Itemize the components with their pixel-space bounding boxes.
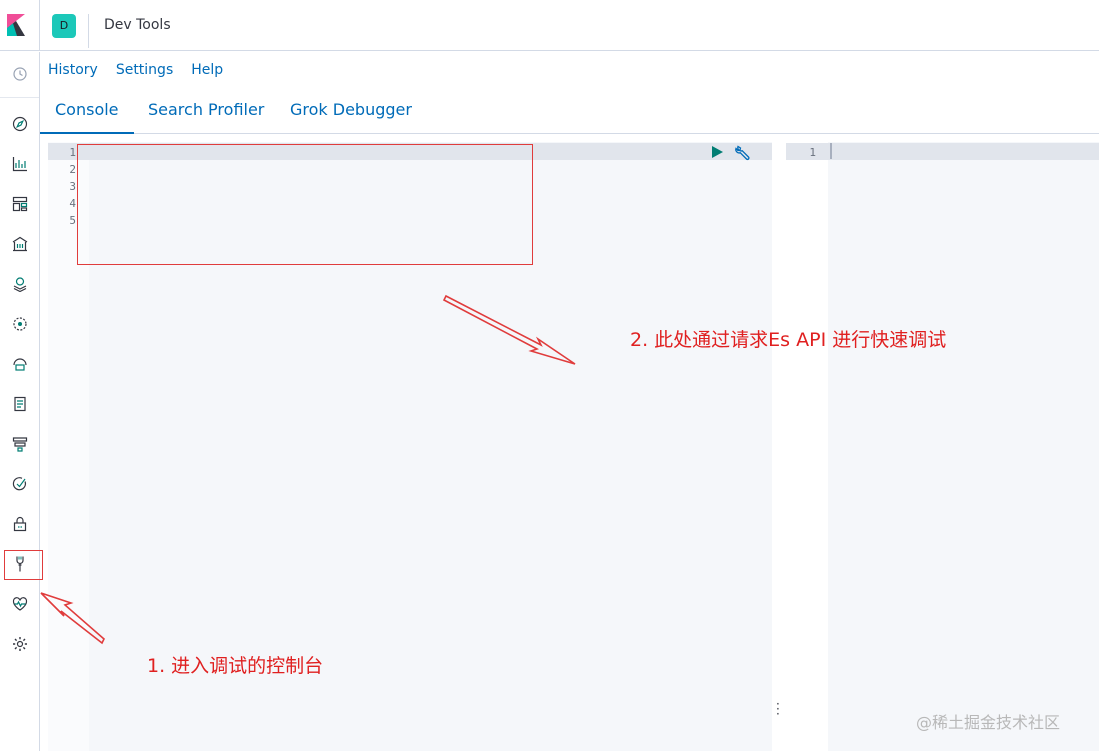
arrow-to-dev-tools	[40, 592, 105, 645]
annotation-arrows	[40, 294, 576, 645]
annotation-text-1: 1. 进入调试的控制台	[147, 655, 324, 677]
annotation-text-2: 2. 此处通过请求Es API 进行快速调试	[630, 329, 947, 351]
watermark: @稀土掘金技术社区	[916, 713, 1061, 732]
arrow-to-editor	[442, 294, 576, 365]
dev-tools-page: D Dev Tools History Settings Help Consol…	[0, 0, 1099, 751]
